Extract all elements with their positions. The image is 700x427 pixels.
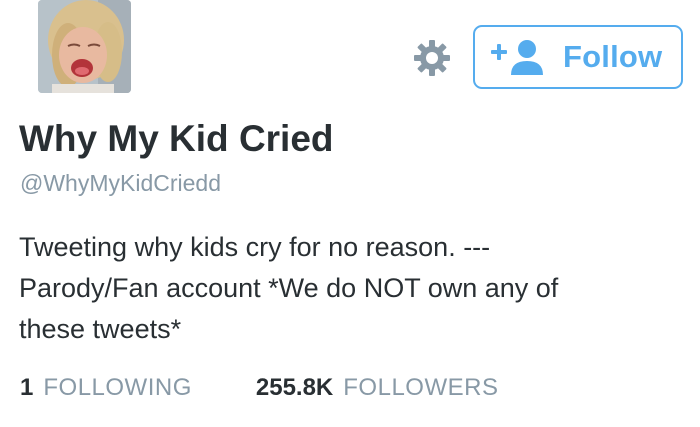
display-name: Why My Kid Cried	[19, 118, 334, 159]
followers-stat[interactable]: 255.8K FOLLOWERS	[256, 374, 499, 402]
bio-line: Parody/Fan account *We do NOT own any of	[19, 273, 559, 303]
add-user-icon	[491, 40, 543, 75]
following-count: 1	[20, 374, 34, 401]
avatar-image	[38, 0, 131, 93]
gear-icon[interactable]	[412, 38, 452, 78]
follow-label: Follow	[563, 39, 663, 74]
profile-header: Follow Why My Kid Cried @WhyMyKidCriedd …	[0, 0, 700, 427]
avatar[interactable]	[38, 0, 131, 93]
followers-label: FOLLOWERS	[343, 374, 499, 401]
following-stat[interactable]: 1 FOLLOWING	[20, 374, 192, 402]
bio-line: Tweeting why kids cry for no reason. ---	[19, 232, 491, 262]
user-handle[interactable]: @WhyMyKidCriedd	[20, 170, 221, 197]
profile-bio: Tweeting why kids cry for no reason. ---…	[19, 227, 689, 350]
profile-stats: 1 FOLLOWING 255.8K FOLLOWERS	[20, 374, 498, 402]
follow-button[interactable]: Follow	[473, 25, 683, 89]
following-label: FOLLOWING	[43, 374, 192, 401]
bio-line: these tweets*	[19, 314, 182, 344]
followers-count: 255.8K	[255, 374, 334, 401]
